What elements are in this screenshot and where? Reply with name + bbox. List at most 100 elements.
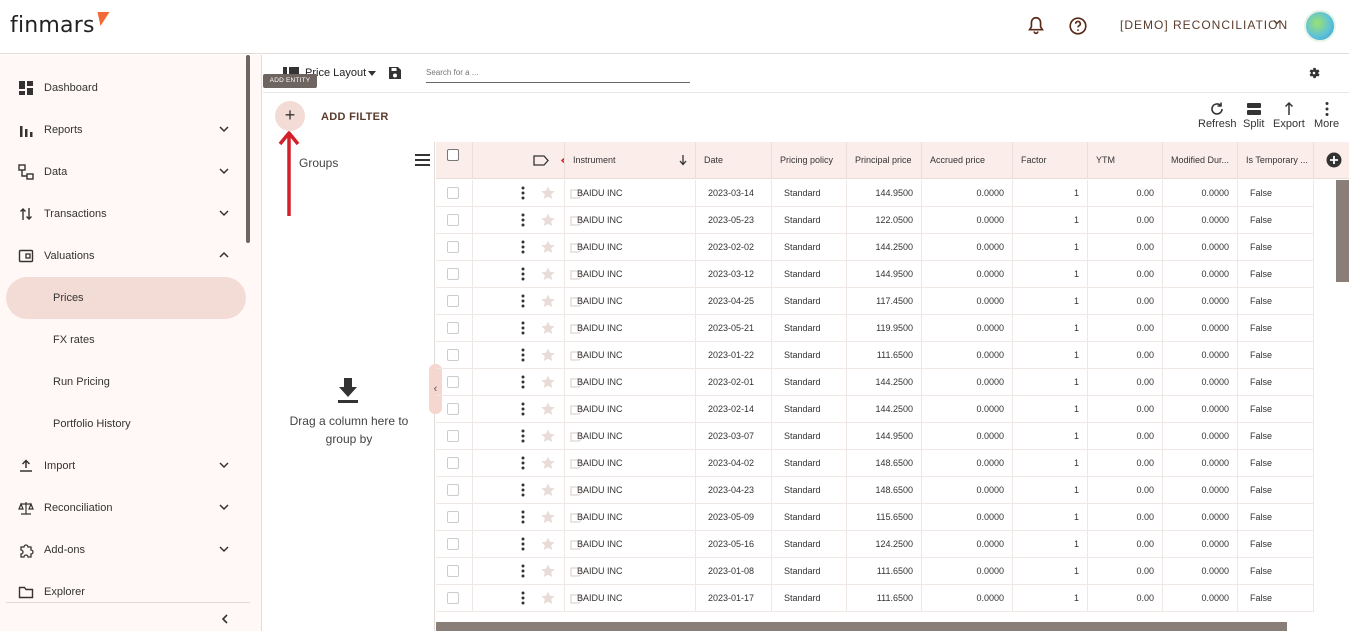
row-checkbox[interactable] [447,457,459,469]
favorite-star-icon[interactable] [540,536,556,552]
column-header-ytm[interactable]: YTM [1088,142,1163,179]
favorite-star-icon[interactable] [540,320,556,336]
cell-ytm[interactable]: 0.00 [1088,180,1163,207]
cell-accrued-price[interactable]: 0.0000 [922,180,1013,207]
cell-principal-price[interactable]: 119.9500 [847,315,922,342]
cell-pricing-policy[interactable]: Standard [772,207,847,234]
column-header-modified-duration[interactable]: Modified Dur... [1163,142,1238,179]
cell-factor[interactable]: 1 [1013,288,1088,315]
cell-modified-duration[interactable]: 0.0000 [1163,585,1238,612]
cell-principal-price[interactable]: 144.2500 [847,234,922,261]
favorite-star-icon[interactable] [540,509,556,525]
favorite-star-icon[interactable] [540,563,556,579]
sidebar-item-transactions[interactable]: Transactions [6,193,246,235]
favorite-star-icon[interactable] [540,455,556,471]
cell-pricing-policy[interactable]: Standard [772,234,847,261]
chevron-down-icon[interactable] [218,123,230,135]
cell-pricing-policy[interactable]: Standard [772,342,847,369]
cell-is-temporary[interactable]: False [1238,180,1314,207]
cell-date[interactable]: 2023-02-02 [696,234,772,261]
cell-modified-duration[interactable]: 0.0000 [1163,477,1238,504]
cell-factor[interactable]: 1 [1013,504,1088,531]
sidebar-item-reconciliation[interactable]: Reconciliation [6,487,246,529]
row-menu-icon[interactable] [521,536,525,552]
favorite-star-icon[interactable] [540,374,556,390]
cell-factor[interactable]: 1 [1013,423,1088,450]
add-column-icon[interactable] [1326,152,1342,168]
cell-is-temporary[interactable]: False [1238,558,1314,585]
chevron-down-icon[interactable] [218,165,230,177]
column-header-pricing-policy[interactable]: Pricing policy [772,142,847,179]
table-row[interactable]: BAIDU INC 2023-01-22 Standard 111.6500 0.000… [436,342,1314,369]
cell-modified-duration[interactable]: 0.0000 [1163,207,1238,234]
cell-factor[interactable]: 1 [1013,477,1088,504]
cell-accrued-price[interactable]: 0.0000 [922,504,1013,531]
cell-instrument[interactable]: BAIDU INC [565,558,696,585]
column-header-instrument[interactable]: Instrument [565,142,696,179]
row-menu-icon[interactable] [521,509,525,525]
favorite-star-icon[interactable] [540,428,556,444]
row-checkbox[interactable] [447,565,459,577]
cell-pricing-policy[interactable]: Standard [772,315,847,342]
cell-accrued-price[interactable]: 0.0000 [922,558,1013,585]
collapse-sidebar-icon[interactable] [219,613,231,625]
cell-date[interactable]: 2023-04-02 [696,450,772,477]
cell-instrument[interactable]: BAIDU INC [565,261,696,288]
cell-modified-duration[interactable]: 0.0000 [1163,342,1238,369]
table-row[interactable]: BAIDU INC 2023-03-12 Standard 144.9500 0.000… [436,261,1314,288]
cell-instrument[interactable]: BAIDU INC [565,234,696,261]
cell-date[interactable]: 2023-03-14 [696,180,772,207]
cell-modified-duration[interactable]: 0.0000 [1163,558,1238,585]
row-menu-icon[interactable] [521,482,525,498]
settings-gear-icon[interactable] [1307,66,1321,80]
cell-modified-duration[interactable]: 0.0000 [1163,288,1238,315]
cell-date[interactable]: 2023-03-07 [696,423,772,450]
cell-instrument[interactable]: BAIDU INC [565,288,696,315]
row-checkbox[interactable] [447,376,459,388]
cell-is-temporary[interactable]: False [1238,261,1314,288]
cell-principal-price[interactable]: 148.6500 [847,450,922,477]
cell-pricing-policy[interactable]: Standard [772,450,847,477]
cell-factor[interactable]: 1 [1013,369,1088,396]
table-row[interactable]: BAIDU INC 2023-02-02 Standard 144.2500 0.000… [436,234,1314,261]
cell-principal-price[interactable]: 144.2500 [847,369,922,396]
table-row[interactable]: BAIDU INC 2023-03-14 Standard 144.9500 0.000… [436,180,1314,207]
cell-principal-price[interactable]: 124.2500 [847,531,922,558]
favorite-star-icon[interactable] [540,401,556,417]
cell-accrued-price[interactable]: 0.0000 [922,207,1013,234]
export-button[interactable]: Export [1273,101,1305,130]
chevron-down-icon[interactable] [218,459,230,471]
cell-instrument[interactable]: BAIDU INC [565,423,696,450]
cell-date[interactable]: 2023-05-21 [696,315,772,342]
menu-icon[interactable] [415,154,431,166]
cell-ytm[interactable]: 0.00 [1088,504,1163,531]
cell-modified-duration[interactable]: 0.0000 [1163,450,1238,477]
sidebar-item-explorer[interactable]: Explorer [6,571,246,613]
cell-modified-duration[interactable]: 0.0000 [1163,423,1238,450]
column-header-date[interactable]: Date [696,142,772,179]
favorite-star-icon[interactable] [540,347,556,363]
cell-instrument[interactable]: BAIDU INC [565,342,696,369]
cell-is-temporary[interactable]: False [1238,450,1314,477]
row-checkbox[interactable] [447,403,459,415]
cell-instrument[interactable]: BAIDU INC [565,477,696,504]
cell-ytm[interactable]: 0.00 [1088,315,1163,342]
cell-instrument[interactable]: BAIDU INC [565,504,696,531]
label-icon[interactable] [533,155,549,166]
cell-is-temporary[interactable]: False [1238,477,1314,504]
row-checkbox[interactable] [447,349,459,361]
favorite-star-icon[interactable] [540,293,556,309]
cell-ytm[interactable]: 0.00 [1088,342,1163,369]
row-checkbox[interactable] [447,322,459,334]
table-row[interactable]: BAIDU INC 2023-04-23 Standard 148.6500 0.000… [436,477,1314,504]
cell-accrued-price[interactable]: 0.0000 [922,531,1013,558]
cell-is-temporary[interactable]: False [1238,207,1314,234]
cell-modified-duration[interactable]: 0.0000 [1163,180,1238,207]
add-entity-button[interactable]: + [275,101,305,131]
row-checkbox[interactable] [447,511,459,523]
cell-accrued-price[interactable]: 0.0000 [922,585,1013,612]
column-header-principal-price[interactable]: Principal price [847,142,922,179]
cell-modified-duration[interactable]: 0.0000 [1163,531,1238,558]
split-button[interactable]: Split [1243,101,1264,130]
save-icon[interactable] [387,65,403,81]
